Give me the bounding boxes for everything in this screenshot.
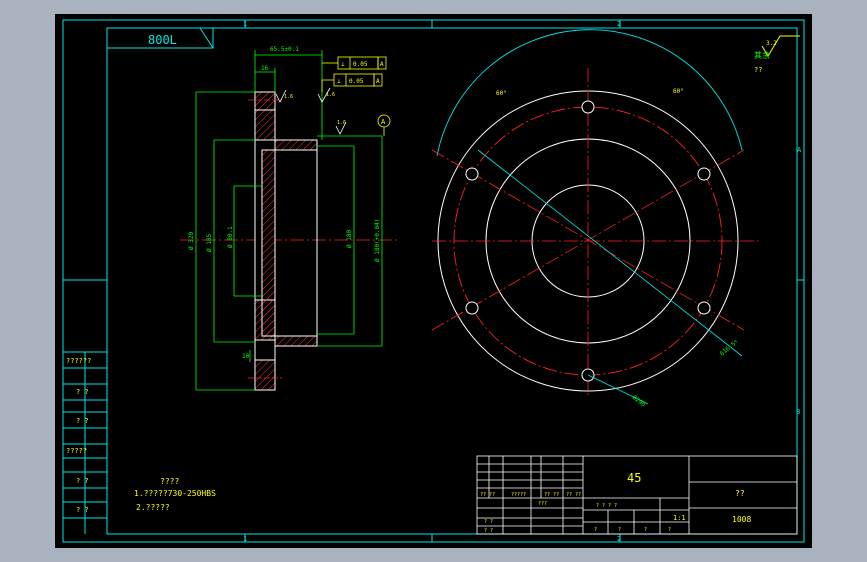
- rough2: 1.6: [326, 92, 335, 98]
- drawing-number-box: 800L: [148, 33, 177, 47]
- tol1-symbol: ⊥: [341, 61, 345, 68]
- dia-outer: Ø 320: [188, 232, 195, 250]
- dia-bore: Ø 180: [346, 230, 353, 248]
- mini-cell: ?: [668, 527, 671, 533]
- rough1: 1.6: [284, 94, 293, 100]
- material: 45: [627, 471, 641, 485]
- zone-label-top2: 2: [617, 20, 621, 28]
- angle-left: 60°: [496, 90, 507, 97]
- roughness-value: 3.2: [766, 40, 777, 47]
- left-strip-label: ? ?: [76, 388, 89, 396]
- row-label: ?? ??: [566, 492, 581, 498]
- tol2-symbol: ⊥: [337, 78, 341, 85]
- tol1-ref: A: [380, 61, 384, 68]
- dim-top: 65.5±0.1: [270, 46, 299, 53]
- left-strip-label: ?????: [66, 447, 87, 455]
- tol2-value: 0.05: [349, 78, 364, 85]
- dia-bore2: Ø 180(+0.04): [374, 219, 381, 262]
- tol1-value: 0.05: [353, 61, 368, 68]
- angle-right: 60°: [673, 88, 684, 95]
- bottom-label: ? ?: [484, 528, 493, 534]
- mini-cell: ?: [618, 527, 621, 533]
- mini-header: ? ? ? ?: [596, 503, 617, 509]
- row-label: ?? ??: [480, 492, 495, 498]
- notes-line2: 2.?????: [136, 503, 170, 512]
- dim-small: 16: [261, 65, 269, 72]
- drawing-canvas: 800L 1 2 A B 1 2 ?????? ? ? ? ? ????? ? …: [55, 14, 812, 548]
- mid-label: ???: [538, 501, 547, 507]
- left-strip-label: ? ?: [76, 477, 89, 485]
- zone-label-right-b: B: [796, 408, 800, 416]
- part-name: ??: [735, 489, 745, 498]
- mini-cell: ?: [594, 527, 597, 533]
- scale: 1:1: [673, 514, 686, 522]
- row-label: ?????: [511, 492, 526, 498]
- dia-inner: Ø 80.1: [227, 226, 234, 248]
- bottom-label: ? ?: [484, 519, 493, 525]
- roughness-note: ??: [754, 66, 762, 74]
- notes-title: ????: [160, 477, 179, 486]
- drawing-area: [55, 14, 812, 548]
- dim-bottom: 10: [242, 353, 250, 360]
- row-label: ?? ??: [544, 492, 559, 498]
- left-strip-label: ? ?: [76, 506, 89, 514]
- mini-cell: ?: [644, 527, 647, 533]
- zone-label-bottom1: 1: [243, 535, 247, 543]
- left-strip-label: ? ?: [76, 417, 89, 425]
- tol2-ref: A: [376, 78, 380, 85]
- roughness-mark: 其余: [754, 50, 770, 60]
- dia-mid: Ø 185: [206, 234, 213, 252]
- part-number: 1008: [732, 515, 751, 524]
- zone-label-bottom2: 2: [617, 535, 621, 543]
- zone-label-top1: 1: [243, 20, 247, 28]
- left-strip-label: ??????: [66, 357, 91, 365]
- notes-line1: 1.?????730-250HBS: [134, 489, 216, 498]
- rough3: 1.6: [337, 120, 346, 126]
